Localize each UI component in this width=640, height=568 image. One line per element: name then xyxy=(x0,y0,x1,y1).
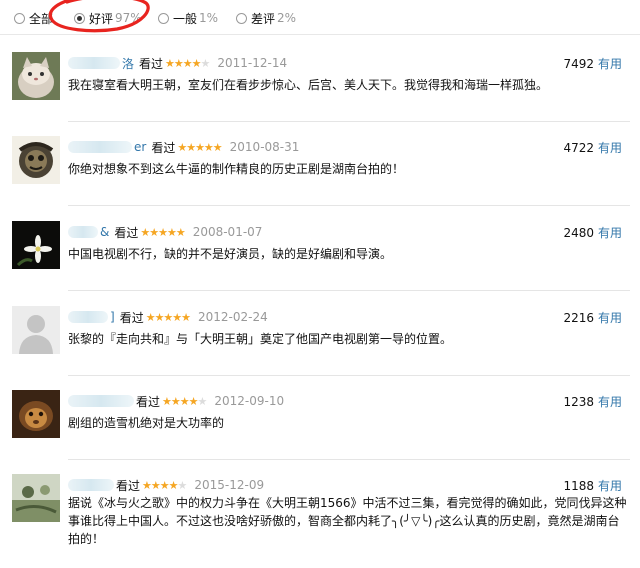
filter-label: 差评 xyxy=(251,11,276,26)
useful-button[interactable]: 有用 xyxy=(598,311,622,325)
username-link[interactable]: er xyxy=(134,140,146,154)
review-meta: 看过 ★★★★★ 2015-12-09 xyxy=(68,477,264,493)
useful-button[interactable]: 有用 xyxy=(598,57,622,71)
review-date: 2008-01-07 xyxy=(192,225,263,239)
avatar[interactable] xyxy=(12,136,60,184)
radio-checked-icon[interactable] xyxy=(74,12,85,24)
review-meta: & 看过 ★★★★★ 2008-01-07 xyxy=(68,224,262,240)
avatar[interactable] xyxy=(12,52,60,100)
watched-label: 看过 xyxy=(119,310,144,325)
radio-icon[interactable] xyxy=(158,12,169,24)
vote-box: 4722 有用 xyxy=(563,139,622,156)
useful-button[interactable]: 有用 xyxy=(598,395,622,409)
review-item: 看过 ★★★★★ 2012-09-10 1238 有用 剧组的造雪机绝对是大功率的 xyxy=(0,390,640,460)
rating-filter-bar: 全部 好评 97% 一般 1% 差评 2% xyxy=(0,0,640,34)
review-meta: er 看过 ★★★★★ 2010-08-31 xyxy=(68,139,299,155)
filter-label: 好评 xyxy=(89,11,114,26)
review-meta: 洛 看过 ★★★★★ 2011-12-14 xyxy=(68,55,287,71)
radio-icon[interactable] xyxy=(236,12,247,24)
vote-count: 1188 xyxy=(563,479,594,493)
review-date: 2011-12-14 xyxy=(217,56,288,70)
useful-button[interactable]: 有用 xyxy=(598,479,622,493)
avatar[interactable] xyxy=(12,221,60,269)
vote-count: 2216 xyxy=(563,311,594,325)
review-item: & 看过 ★★★★★ 2008-01-07 2480 有用 中国电视剧不行，缺的并… xyxy=(0,221,640,291)
vote-count: 1238 xyxy=(563,395,594,409)
rating-stars: ★★★★★ xyxy=(177,140,222,154)
review-text: 剧组的造雪机绝对是大功率的 xyxy=(68,416,225,430)
blurred-username xyxy=(68,141,132,153)
blurred-username xyxy=(68,57,120,69)
review-text: 据说《冰与火之歌》中的权力斗争在《大明王朝1566》中活不过三集，看完觉得的确如… xyxy=(68,496,627,546)
useful-button[interactable]: 有用 xyxy=(598,141,622,155)
filter-negative[interactable]: 差评 2% xyxy=(236,9,296,27)
review-meta: ] 看过 ★★★★★ 2012-02-24 xyxy=(68,309,268,325)
rating-stars: ★★★★★ xyxy=(142,478,187,492)
rating-stars: ★★★★★ xyxy=(145,310,191,324)
review-date: 2012-09-10 xyxy=(214,394,285,408)
review-date: 2012-02-24 xyxy=(198,310,268,324)
review-item: 洛 看过 ★★★★★ 2011-12-14 7492 有用 我在寝室看大明王朝，室… xyxy=(0,52,640,122)
review-item: ] 看过 ★★★★★ 2012-02-24 2216 有用 张黎的『走向共和』与「… xyxy=(0,306,640,376)
rating-stars: ★★★★★ xyxy=(140,225,185,239)
username-link[interactable]: 洛 xyxy=(122,55,134,72)
review-text: 张黎的『走向共和』与「大明王朝」奠定了他国产电视剧第一导的位置。 xyxy=(68,332,453,346)
filter-label: 一般 xyxy=(173,11,198,26)
divider xyxy=(68,290,630,291)
blurred-username xyxy=(68,395,134,407)
divider xyxy=(68,205,630,206)
filter-neutral[interactable]: 一般 1% xyxy=(158,9,218,27)
divider xyxy=(68,459,630,460)
useful-button[interactable]: 有用 xyxy=(598,226,622,240)
filter-percent: 97% xyxy=(115,11,142,25)
radio-icon[interactable] xyxy=(14,12,25,24)
divider xyxy=(0,34,640,35)
filter-positive[interactable]: 好评 97% xyxy=(74,9,142,27)
review-item: er 看过 ★★★★★ 2010-08-31 4722 有用 你绝对想象不到这么牛… xyxy=(0,136,640,206)
watched-label: 看过 xyxy=(136,394,161,409)
vote-count: 7492 xyxy=(563,57,594,71)
avatar[interactable] xyxy=(12,390,60,438)
vote-box: 2480 有用 xyxy=(563,224,622,241)
vote-box: 7492 有用 xyxy=(563,55,622,72)
filter-all[interactable]: 全部 xyxy=(14,9,53,27)
blurred-username xyxy=(68,226,98,238)
rating-stars: ★★★★★ xyxy=(165,56,210,70)
review-text: 我在寝室看大明王朝，室友们在看步步惊心、后宫、美人天下。我觉得我和海瑞一样孤独。 xyxy=(68,78,549,92)
avatar[interactable] xyxy=(12,306,60,354)
divider xyxy=(68,375,630,376)
rating-stars: ★★★★★ xyxy=(162,394,207,408)
username-link[interactable]: ] xyxy=(110,310,115,324)
review-text: 你绝对想象不到这么牛逼的制作精良的历史正剧是湖南台拍的！ xyxy=(68,162,405,176)
vote-box: 1238 有用 xyxy=(563,393,622,410)
watched-label: 看过 xyxy=(116,478,141,493)
blurred-username xyxy=(68,479,114,491)
review-date: 2010-08-31 xyxy=(229,140,300,154)
vote-box: 2216 有用 xyxy=(563,309,622,326)
review-meta: 看过 ★★★★★ 2012-09-10 xyxy=(68,393,284,409)
vote-count: 4722 xyxy=(563,141,594,155)
review-text: 中国电视剧不行，缺的并不是好演员，缺的是好编剧和导演。 xyxy=(68,247,393,261)
filter-percent: 1% xyxy=(199,11,219,25)
divider xyxy=(68,121,630,122)
vote-box: 1188 有用 xyxy=(563,477,622,494)
watched-label: 看过 xyxy=(114,225,139,240)
filter-label: 全部 xyxy=(29,11,54,26)
review-item: 看过 ★★★★★ 2015-12-09 1188 有用 据说《冰与火之歌》中的权力… xyxy=(0,474,640,568)
vote-count: 2480 xyxy=(563,226,594,240)
avatar[interactable] xyxy=(12,474,60,522)
filter-percent: 2% xyxy=(277,11,297,25)
watched-label: 看过 xyxy=(151,140,176,155)
watched-label: 看过 xyxy=(139,56,164,71)
username-link[interactable]: & xyxy=(100,225,109,239)
review-date: 2015-12-09 xyxy=(194,478,265,492)
blurred-username xyxy=(68,311,108,323)
